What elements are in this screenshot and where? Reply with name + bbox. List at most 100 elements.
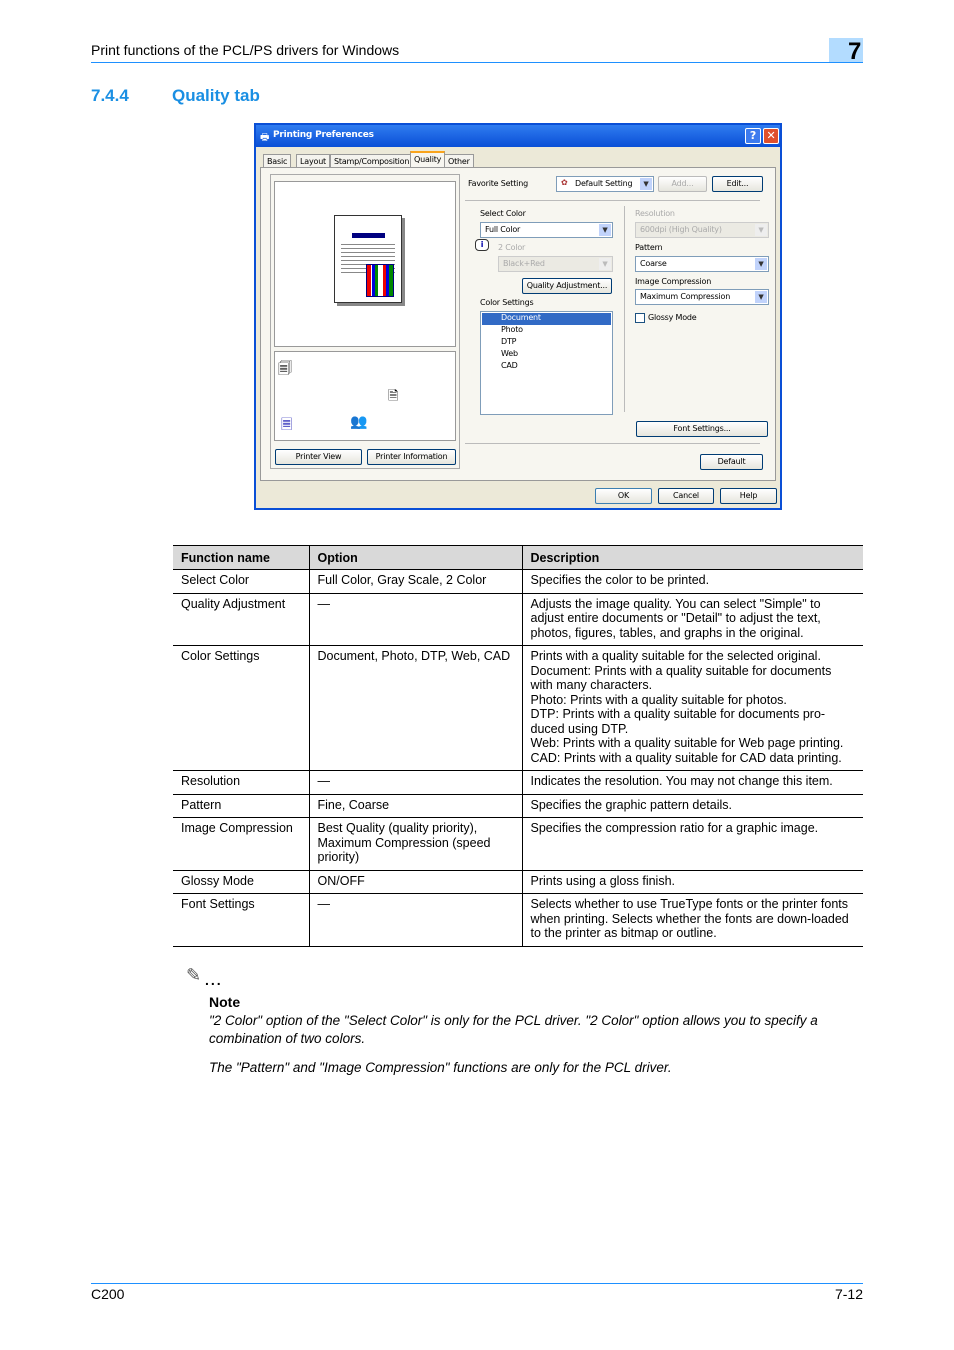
table-row: Color Settings Document, Photo, DTP, Web,… bbox=[173, 645, 863, 771]
select-color-label: Select Color bbox=[480, 209, 526, 218]
function-name-cell: Resolution bbox=[173, 770, 309, 795]
table-row: Select Color Full Color, Gray Scale, 2 Co… bbox=[173, 569, 863, 594]
ok-button[interactable]: OK bbox=[595, 488, 652, 504]
color-settings-list[interactable]: Document Photo DTP Web CAD bbox=[480, 311, 613, 415]
list-item-cad[interactable]: CAD bbox=[482, 361, 611, 373]
two-color-label: 2 Color bbox=[498, 243, 526, 252]
footer-model: C200 bbox=[91, 1286, 125, 1302]
resolution-label: Resolution bbox=[635, 209, 675, 218]
function-name-cell: Glossy Mode bbox=[173, 870, 309, 894]
cancel-button[interactable]: Cancel bbox=[658, 488, 714, 504]
option-cell: — bbox=[308, 770, 522, 795]
table-row: Font Settings — Selects whether to use Tru… bbox=[173, 893, 863, 947]
two-color-value: Black+Red bbox=[503, 259, 545, 268]
function-name-cell: Image Compression bbox=[173, 817, 309, 871]
function-name-cell: Select Color bbox=[173, 569, 309, 594]
help-icon[interactable]: ? bbox=[745, 128, 761, 144]
chevron-down-icon: ▼ bbox=[599, 258, 611, 270]
option-cell: Fine, Coarse bbox=[308, 794, 522, 818]
description-cell: Indicates the resolution. You may not ch… bbox=[521, 770, 863, 795]
two-color-select[interactable]: Black+Red ▼ bbox=[498, 256, 613, 272]
printer-information-button[interactable]: Printer Information bbox=[367, 449, 456, 465]
tab-other[interactable]: Other bbox=[444, 154, 474, 168]
pattern-label: Pattern bbox=[635, 243, 663, 252]
option-cell: ON/OFF bbox=[308, 870, 522, 894]
description-cell: Prints using a gloss finish. bbox=[521, 870, 863, 894]
font-settings-button[interactable]: Font Settings... bbox=[636, 421, 768, 437]
section-title: Quality tab bbox=[172, 86, 260, 105]
divider bbox=[465, 200, 760, 201]
add-button[interactable]: Add... bbox=[658, 176, 707, 192]
column-header: Description bbox=[521, 545, 863, 570]
option-cell: — bbox=[308, 893, 522, 947]
quality-adjustment-button[interactable]: Quality Adjustment... bbox=[522, 278, 612, 294]
select-color-value: Full Color bbox=[485, 225, 521, 234]
header-rule bbox=[91, 62, 863, 63]
help-button[interactable]: Help bbox=[720, 488, 777, 504]
option-cell: Full Color, Gray Scale, 2 Color bbox=[308, 569, 522, 594]
favorite-icon: ✿ bbox=[561, 178, 568, 187]
divider bbox=[465, 443, 760, 444]
table-row: Quality Adjustment — Adjusts the image qua… bbox=[173, 593, 863, 646]
description-cell: Adjusts the image quality. You can selec… bbox=[521, 593, 863, 646]
tab-layout[interactable]: Layout bbox=[296, 154, 330, 168]
list-item-document[interactable]: Document bbox=[482, 313, 611, 325]
function-table: Function name Option Description Select … bbox=[173, 545, 863, 947]
description-cell: Prints with a quality suitable for the s… bbox=[521, 645, 863, 771]
select-color-select[interactable]: Full Color ▼ bbox=[480, 222, 613, 238]
document-icon: 🗏 bbox=[281, 417, 293, 433]
favorite-setting-select[interactable]: ✿ Default Setting ▼ bbox=[556, 176, 654, 192]
document-thumbnail-icon bbox=[334, 215, 402, 303]
image-compression-value: Maximum Compression bbox=[640, 292, 731, 301]
info-icon[interactable]: i bbox=[475, 239, 489, 251]
favorite-setting-value: Default Setting bbox=[575, 179, 633, 188]
table-row: Resolution — Indicates the resolution. You… bbox=[173, 770, 863, 795]
resolution-select[interactable]: 600dpi (High Quality) ▼ bbox=[635, 222, 769, 238]
list-item-photo[interactable]: Photo bbox=[482, 325, 611, 337]
page-preview bbox=[274, 181, 456, 347]
option-cell: Best Quality (quality priority), Maximum… bbox=[308, 817, 522, 871]
pencil-icon: ✎ bbox=[186, 965, 202, 985]
chevron-down-icon: ▼ bbox=[640, 178, 652, 190]
note-paragraph: The "Pattern" and "Image Compression" fu… bbox=[209, 1060, 672, 1075]
function-name-cell: Quality Adjustment bbox=[173, 593, 309, 646]
tab-stamp-composition[interactable]: Stamp/Composition bbox=[330, 154, 414, 168]
list-item-web[interactable]: Web bbox=[482, 349, 611, 361]
footer-rule bbox=[91, 1283, 863, 1284]
close-icon[interactable]: ✕ bbox=[763, 128, 779, 144]
tab-basic[interactable]: Basic bbox=[263, 154, 292, 168]
printing-preferences-dialog: Printing Preferences 🖶 ? ✕ Basic Layout … bbox=[254, 123, 782, 510]
finisher-icon: 🗎 bbox=[388, 389, 399, 404]
divider bbox=[624, 206, 625, 412]
resolution-value: 600dpi (High Quality) bbox=[640, 225, 722, 234]
footer-page: 7-12 bbox=[834, 1286, 863, 1302]
note-paragraph: "2 Color" option of the "Select Color" i… bbox=[209, 1013, 818, 1046]
function-name-cell: Font Settings bbox=[173, 893, 309, 947]
chevron-down-icon: ▼ bbox=[755, 291, 767, 303]
tab-quality[interactable]: Quality bbox=[410, 151, 446, 168]
default-button[interactable]: Default bbox=[700, 454, 763, 470]
function-name-cell: Pattern bbox=[173, 794, 309, 818]
chevron-down-icon: ▼ bbox=[755, 258, 767, 270]
glossy-mode-checkbox[interactable] bbox=[635, 313, 645, 323]
table-row: Image Compression Best Quality (quality p… bbox=[173, 817, 863, 871]
note-title: Note bbox=[209, 994, 241, 1010]
printer-view-button[interactable]: Printer View bbox=[275, 449, 362, 465]
pattern-value: Coarse bbox=[640, 259, 667, 268]
column-header: Option bbox=[308, 545, 522, 570]
color-settings-label: Color Settings bbox=[480, 298, 534, 307]
option-cell: — bbox=[308, 593, 522, 646]
list-item-dtp[interactable]: DTP bbox=[482, 337, 611, 349]
output-tray-icon: 🗐 bbox=[278, 361, 292, 377]
function-name-cell: Color Settings bbox=[173, 645, 309, 771]
description-cell: Selects whether to use TrueType fonts or… bbox=[521, 893, 863, 947]
device-view: 🗐 🗎 🗏 👥 bbox=[274, 351, 456, 441]
image-compression-select[interactable]: Maximum Compression ▼ bbox=[635, 289, 769, 305]
image-compression-label: Image Compression bbox=[635, 277, 712, 286]
edit-button[interactable]: Edit... bbox=[712, 176, 763, 192]
description-cell: Specifies the color to be printed. bbox=[521, 569, 863, 594]
running-header: Print functions of the PCL/PS drivers fo… bbox=[91, 42, 400, 58]
chevron-down-icon: ▼ bbox=[755, 224, 767, 236]
pattern-select[interactable]: Coarse ▼ bbox=[635, 256, 769, 272]
dialog-title: Printing Preferences bbox=[256, 125, 780, 147]
